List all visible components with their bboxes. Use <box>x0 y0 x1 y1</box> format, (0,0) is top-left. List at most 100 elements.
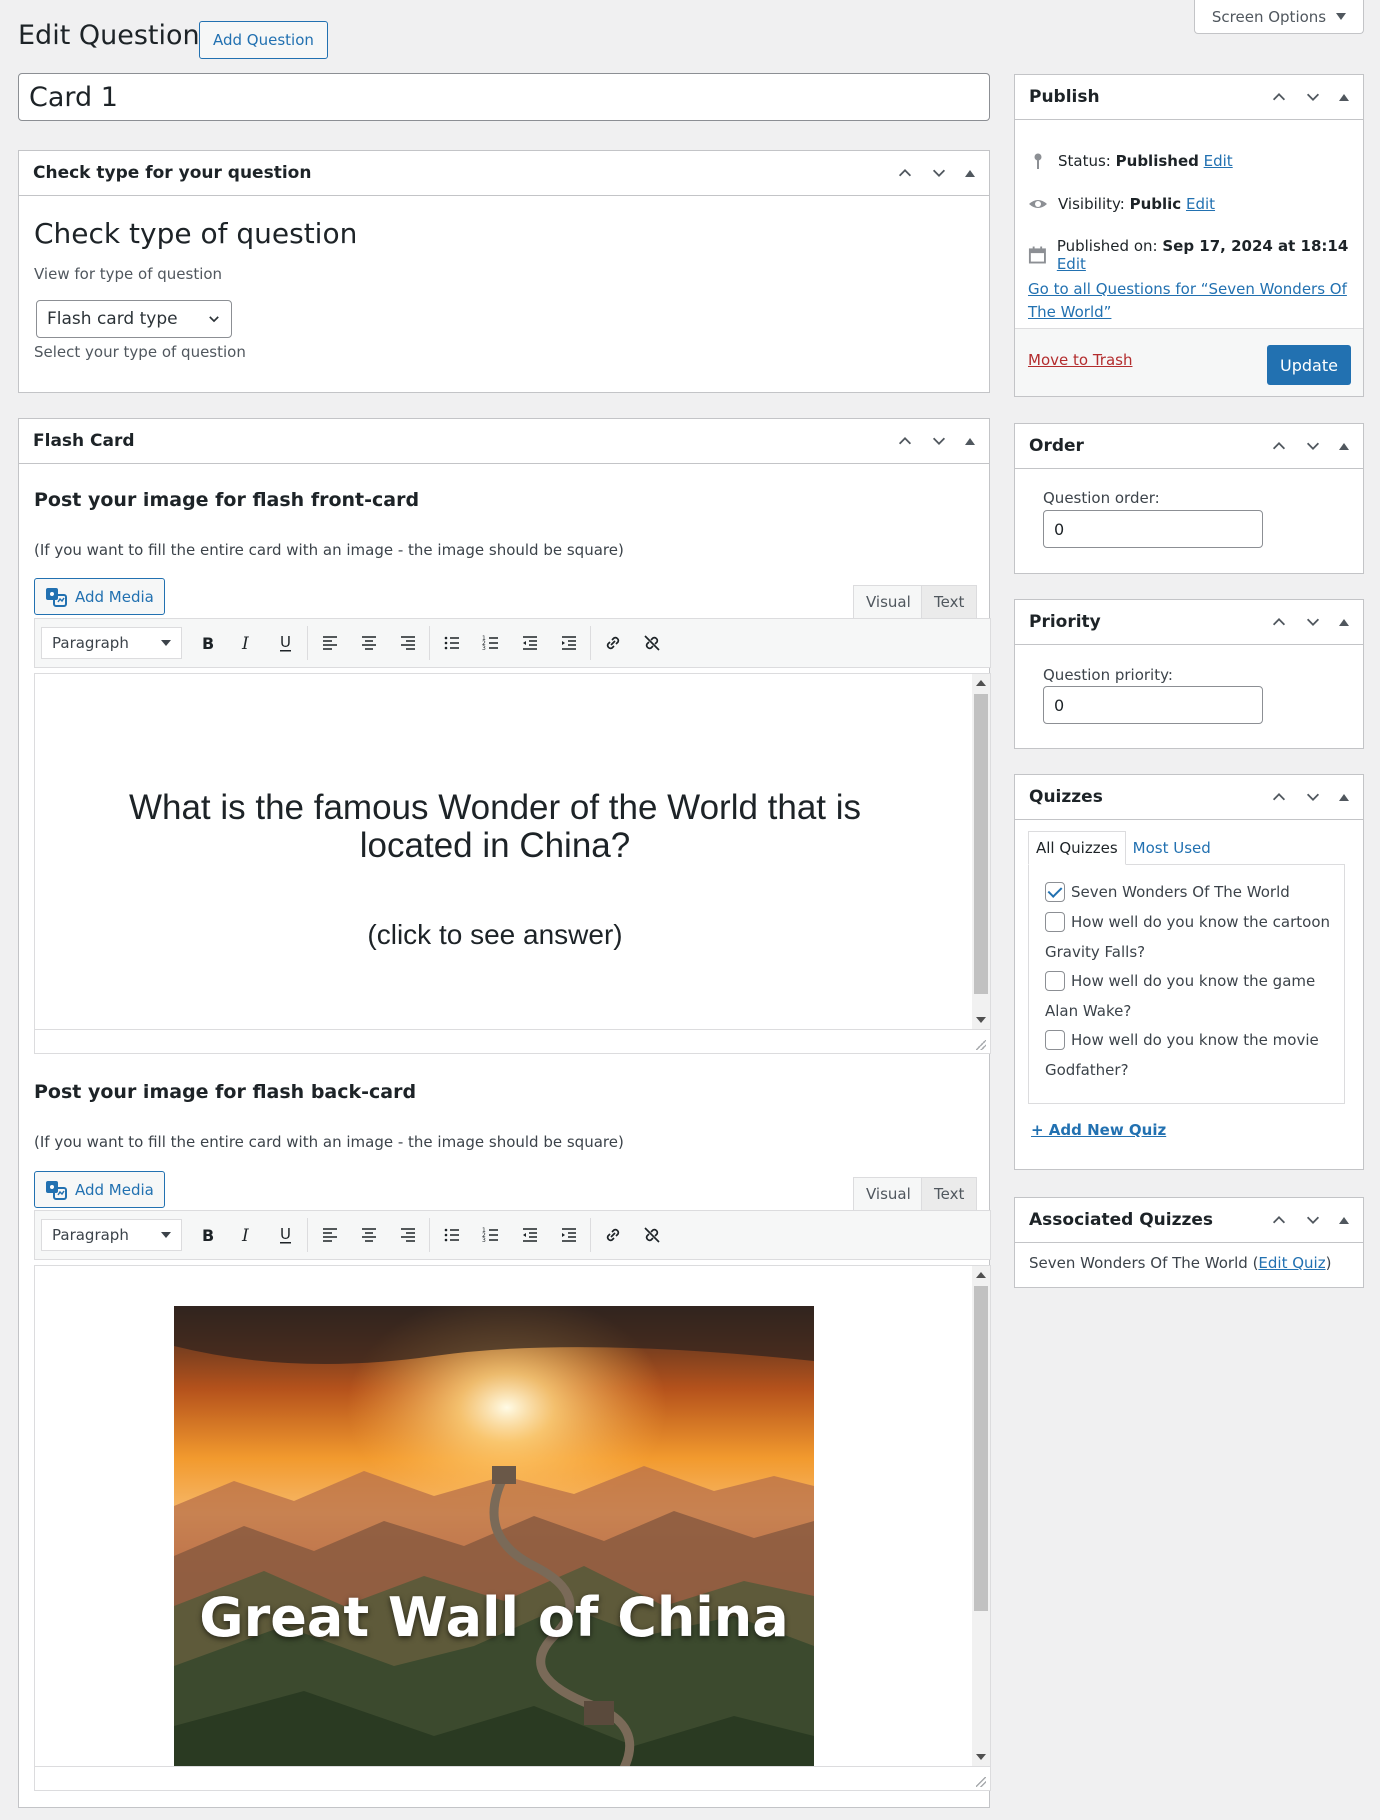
add-media-button[interactable]: Add Media <box>34 578 165 615</box>
chevron-down-icon[interactable] <box>1301 785 1325 809</box>
numbered-list-icon[interactable]: 123 <box>471 626 510 660</box>
question-priority-input[interactable]: 0 <box>1043 686 1263 724</box>
triangle-down-icon <box>161 640 171 646</box>
visibility-row: Visibility: Public Edit <box>1028 194 1215 214</box>
tab-text[interactable]: Text <box>921 1177 978 1211</box>
chevron-down-icon[interactable] <box>1301 85 1325 109</box>
align-left-icon[interactable] <box>310 626 349 660</box>
triangle-up-icon[interactable] <box>965 437 975 445</box>
align-right-icon[interactable] <box>388 1218 427 1252</box>
triangle-down-icon <box>1336 13 1347 20</box>
chevron-up-icon[interactable] <box>1267 1208 1291 1232</box>
numbered-list-icon[interactable]: 123 <box>471 1218 510 1252</box>
unlink-icon[interactable] <box>632 626 671 660</box>
add-question-button[interactable]: Add Question <box>199 21 328 59</box>
question-type-select[interactable]: Flash card type <box>36 300 232 338</box>
checkbox[interactable] <box>1045 912 1065 932</box>
post-title-input[interactable]: Card 1 <box>18 73 990 121</box>
triangle-up-icon[interactable] <box>1339 618 1349 626</box>
triangle-down-icon <box>161 1232 171 1238</box>
chevron-up-icon[interactable] <box>893 161 917 185</box>
back-editor-content[interactable]: Great Wall of China <box>34 1265 991 1767</box>
front-editor-content[interactable]: What is the famous Wonder of the World t… <box>34 673 991 1030</box>
italic-icon[interactable]: I <box>227 626 266 660</box>
tab-most-used[interactable]: Most Used <box>1126 831 1218 865</box>
chevron-up-icon[interactable] <box>1267 785 1291 809</box>
italic-icon[interactable]: I <box>227 1218 266 1252</box>
add-new-quiz-link[interactable]: + Add New Quiz <box>1031 1121 1166 1139</box>
format-value: Paragraph <box>52 1226 129 1244</box>
edit-status-link[interactable]: Edit <box>1204 152 1233 170</box>
chevron-down-icon[interactable] <box>927 161 951 185</box>
editor-toolbar: Paragraph B I U 123 <box>34 618 991 668</box>
move-to-trash-link[interactable]: Move to Trash <box>1028 351 1132 369</box>
triangle-up-icon[interactable] <box>1339 793 1349 801</box>
list-item[interactable]: Seven Wonders Of The World <box>1045 877 1335 907</box>
outdent-icon[interactable] <box>510 626 549 660</box>
triangle-up-icon[interactable] <box>965 169 975 177</box>
tab-visual[interactable]: Visual <box>853 585 924 619</box>
triangle-up-icon[interactable] <box>1339 93 1349 101</box>
align-left-icon[interactable] <box>310 1218 349 1252</box>
resize-handle-icon[interactable] <box>976 1777 986 1787</box>
underline-icon[interactable]: U <box>266 1218 305 1252</box>
align-right-icon[interactable] <box>388 626 427 660</box>
editor-scrollbar[interactable] <box>972 1266 990 1766</box>
chevron-up-icon[interactable] <box>1267 85 1291 109</box>
list-item[interactable]: How well do you know the cartoon Gravity… <box>1045 907 1335 967</box>
quizzes-title: Quizzes <box>1029 787 1103 807</box>
tab-text[interactable]: Text <box>921 585 978 619</box>
all-questions-link[interactable]: Go to all Questions for “Seven Wonders O… <box>1028 278 1348 324</box>
scroll-down-icon[interactable] <box>976 1017 986 1023</box>
chevron-up-icon[interactable] <box>1267 610 1291 634</box>
scroll-up-icon[interactable] <box>976 680 986 686</box>
edit-quiz-link[interactable]: Edit Quiz <box>1258 1254 1325 1272</box>
triangle-up-icon[interactable] <box>1339 1216 1349 1224</box>
editor-statusbar <box>34 1767 991 1791</box>
screen-options-button[interactable]: Screen Options <box>1194 0 1364 34</box>
edit-visibility-link[interactable]: Edit <box>1186 195 1215 213</box>
resize-handle-icon[interactable] <box>976 1040 986 1050</box>
link-icon[interactable] <box>593 1218 632 1252</box>
checkbox-checked[interactable] <box>1045 882 1065 902</box>
add-media-button[interactable]: Add Media <box>34 1171 165 1208</box>
svg-text:B: B <box>202 1226 214 1245</box>
bullet-list-icon[interactable] <box>432 1218 471 1252</box>
triangle-up-icon[interactable] <box>1339 442 1349 450</box>
checkbox[interactable] <box>1045 1030 1065 1050</box>
chevron-down-icon[interactable] <box>1301 434 1325 458</box>
align-center-icon[interactable] <box>349 1218 388 1252</box>
list-item[interactable]: How well do you know the movie Godfather… <box>1045 1025 1335 1085</box>
underline-icon[interactable]: U <box>266 626 305 660</box>
chevron-down-icon[interactable] <box>1301 610 1325 634</box>
chevron-down-icon[interactable] <box>1301 1208 1325 1232</box>
outdent-icon[interactable] <box>510 1218 549 1252</box>
chevron-up-icon[interactable] <box>893 429 917 453</box>
checkbox[interactable] <box>1045 971 1065 991</box>
align-center-icon[interactable] <box>349 626 388 660</box>
tab-visual[interactable]: Visual <box>853 1177 924 1211</box>
chevron-up-icon[interactable] <box>1267 434 1291 458</box>
editor-scrollbar[interactable] <box>972 674 990 1029</box>
update-button[interactable]: Update <box>1267 345 1351 385</box>
link-icon[interactable] <box>593 626 632 660</box>
question-order-input[interactable]: 0 <box>1043 510 1263 548</box>
scroll-down-icon[interactable] <box>976 1754 986 1760</box>
bold-icon[interactable]: B <box>188 626 227 660</box>
edit-date-link[interactable]: Edit <box>1057 255 1086 273</box>
bold-icon[interactable]: B <box>188 1218 227 1252</box>
indent-icon[interactable] <box>549 1218 588 1252</box>
publish-title: Publish <box>1029 87 1100 107</box>
check-type-box: Check type for your question Check type … <box>18 150 990 393</box>
tab-all-quizzes[interactable]: All Quizzes <box>1028 831 1126 865</box>
back-card-note: (If you want to fill the entire card wit… <box>34 1133 624 1151</box>
unlink-icon[interactable] <box>632 1218 671 1252</box>
status-value: Published <box>1115 152 1199 170</box>
indent-icon[interactable] <box>549 626 588 660</box>
scroll-up-icon[interactable] <box>976 1272 986 1278</box>
format-select[interactable]: Paragraph <box>41 627 182 659</box>
format-select[interactable]: Paragraph <box>41 1219 182 1251</box>
list-item[interactable]: How well do you know the game Alan Wake? <box>1045 966 1335 1026</box>
chevron-down-icon[interactable] <box>927 429 951 453</box>
bullet-list-icon[interactable] <box>432 626 471 660</box>
